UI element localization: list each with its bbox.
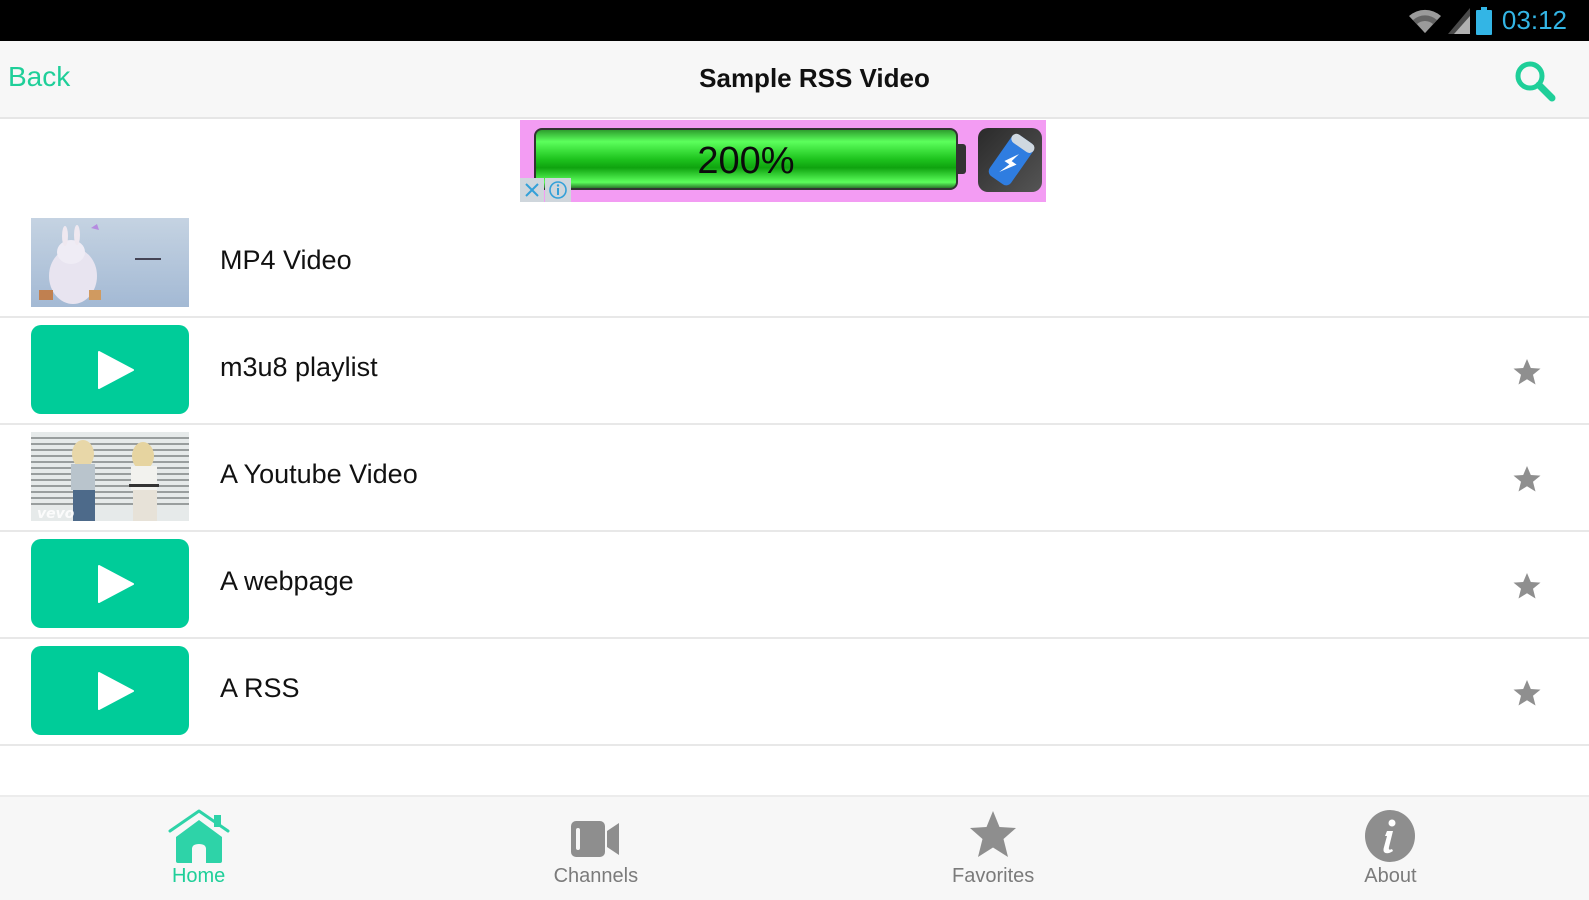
ad-close-icon[interactable] (520, 178, 544, 202)
video-camera-icon (570, 821, 619, 857)
bottom-tab-bar: Home Channels Favorites About (0, 795, 1589, 900)
tab-about[interactable]: About (1192, 797, 1589, 900)
tab-home[interactable]: Home (0, 797, 397, 900)
play-icon (98, 351, 134, 389)
ad-banner[interactable]: 200% (520, 120, 1046, 202)
list-item[interactable]: vevo A Youtube Video (0, 425, 1589, 532)
wifi-icon (1408, 9, 1441, 33)
ad-text: 200% (697, 140, 795, 182)
list-item[interactable]: m3u8 playlist (0, 318, 1589, 425)
video-thumbnail-vevo: vevo (31, 432, 189, 521)
favorite-star-icon[interactable] (1512, 464, 1542, 494)
ad-battery-cap (958, 144, 966, 174)
list-item-title: MP4 Video (220, 245, 352, 275)
list-item-title: m3u8 playlist (220, 352, 378, 382)
app-bar: Back Sample RSS Video (0, 41, 1589, 119)
list-item-title: A Youtube Video (220, 459, 418, 489)
status-time: 03:12 (1501, 5, 1567, 35)
tab-label: Favorites (952, 865, 1035, 887)
status-icons: 03:12 (1408, 0, 1567, 41)
tab-label: Home (171, 865, 226, 887)
play-tile (31, 539, 189, 628)
video-thumbnail-bunny (31, 218, 189, 307)
ad-battery-graphic: 200% (534, 128, 958, 190)
svg-text:vevo: vevo (37, 506, 75, 521)
list-item[interactable]: MP4 Video (0, 211, 1589, 318)
play-icon (98, 672, 134, 710)
play-icon (98, 565, 134, 603)
tab-favorites[interactable]: Favorites (795, 797, 1192, 900)
battery-icon (1475, 6, 1492, 35)
list-item-title: A webpage (220, 566, 354, 596)
tab-label: Channels (553, 865, 639, 887)
list-item[interactable]: A RSS (0, 639, 1589, 746)
list-item[interactable]: A webpage (0, 532, 1589, 639)
search-icon[interactable] (1511, 57, 1559, 105)
star-icon (970, 811, 1017, 857)
favorite-star-icon[interactable] (1512, 357, 1542, 387)
tab-label: About (1364, 865, 1417, 887)
signal-icon (1447, 7, 1470, 34)
play-tile (31, 325, 189, 414)
favorite-star-icon[interactable] (1512, 571, 1542, 601)
tab-channels[interactable]: Channels (397, 797, 794, 900)
play-tile (31, 646, 189, 735)
battery-app-icon (978, 128, 1042, 192)
info-icon (1365, 810, 1416, 862)
video-list: MP4 Video m3u8 playlist vevo A Youtube V… (0, 211, 1589, 746)
list-item-title: A RSS (220, 673, 300, 703)
home-icon (168, 809, 230, 863)
status-bar: 03:12 (0, 0, 1589, 41)
page-title: Sample RSS Video (699, 63, 930, 93)
ad-info-icon[interactable] (545, 178, 571, 202)
favorite-star-icon[interactable] (1512, 678, 1542, 708)
